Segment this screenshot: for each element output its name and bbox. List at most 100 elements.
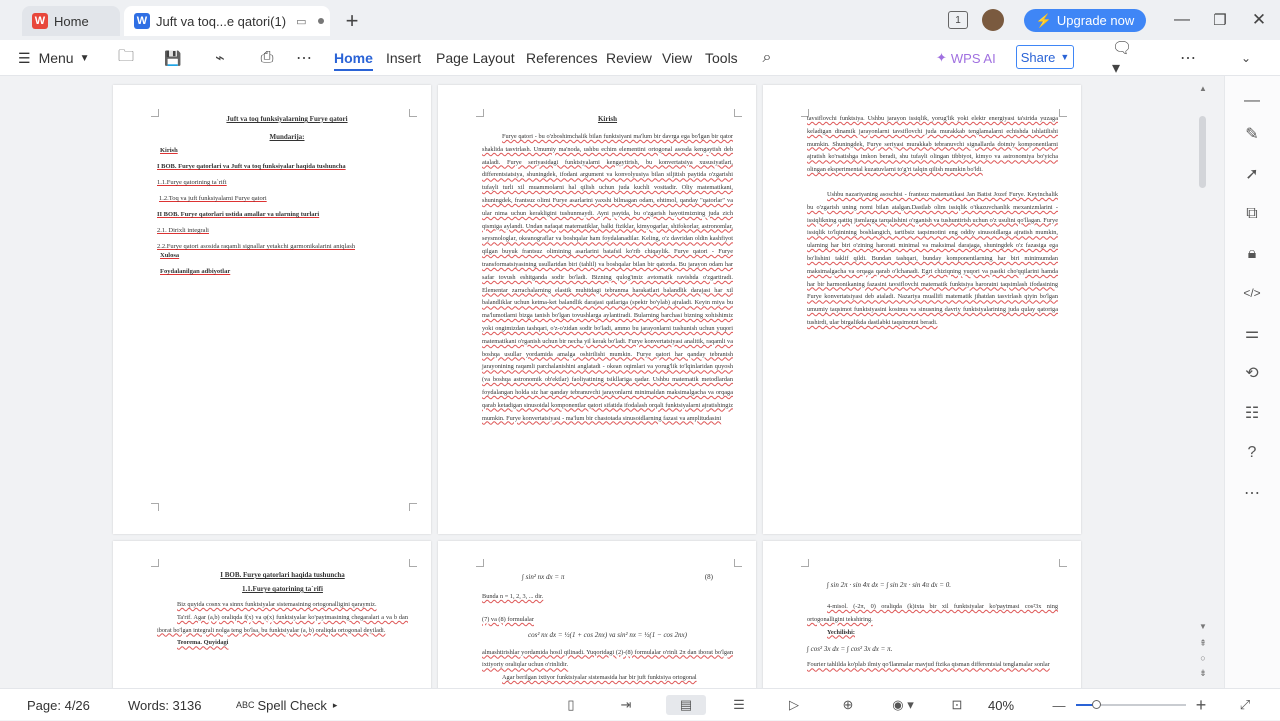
wps-logo-icon: W [32, 13, 48, 29]
menu-label: Menu [38, 50, 74, 66]
formula: ∫ sin 2π · sin 4π dx = ∫ sin 2π · sin 4π… [827, 581, 951, 589]
upgrade-label: Upgrade now [1056, 13, 1135, 28]
lock-icon[interactable]: 🔒︎ [1239, 241, 1265, 267]
scroll-up-icon[interactable]: ▲ [1196, 84, 1210, 93]
collapse-ribbon-icon[interactable]: ⌄ [1236, 48, 1256, 68]
search-icon[interactable]: ⌕ [757, 48, 777, 68]
pen-icon[interactable]: ✎ [1239, 121, 1265, 147]
tab-page-layout[interactable]: Page Layout [436, 40, 515, 76]
new-tab-button[interactable]: + [340, 8, 364, 33]
export-icon[interactable]: ⇥ [615, 695, 637, 715]
list-icon[interactable]: ☷ [1239, 400, 1265, 426]
toc-item[interactable]: 2.2.Furye qatori asosida raqamli signall… [157, 243, 417, 250]
page-formulas[interactable]: ∫ sin² nx dx = π (8) Bunda n = 1, 2, 3, … [438, 541, 756, 688]
minimize-button[interactable]: — [1172, 10, 1192, 30]
wps-ai-label: WPS AI [950, 50, 996, 66]
zoom-level[interactable]: 40% [988, 689, 1014, 721]
document-canvas[interactable]: Juft va toq funksiyalarning Furye qatori… [0, 76, 1224, 688]
share-button[interactable]: Share ▼ [1016, 45, 1074, 69]
open-folder-icon[interactable]: 🗀 [116, 48, 136, 68]
vertical-scrollbar[interactable]: ▲ ▼ ⇞ ○ ⇟ [1196, 84, 1210, 688]
ribbon-toolbar: ☰ Menu ▼ 🗀 💾 ⌁ ⎙ ⋯ Home Insert Page Layo… [0, 40, 1280, 77]
more-options-icon[interactable]: ⋯ [1178, 48, 1198, 68]
crop-mark [409, 559, 417, 567]
scroll-down-icon[interactable]: ▼ [1196, 622, 1210, 631]
help-icon[interactable]: ? [1239, 440, 1265, 466]
fit-page-icon[interactable]: ⊡ [946, 695, 968, 715]
print-layout-icon[interactable]: ▤ [666, 695, 706, 715]
toc-item[interactable]: I BOB. Furye qatorlari va Juft va toq fu… [157, 163, 417, 170]
wps-ai-button[interactable]: ✦ WPS AI [936, 40, 996, 76]
tab-document[interactable]: W Juft va toq...e qatori(1) ▭ [124, 6, 330, 36]
format-painter-icon[interactable]: ⌁ [210, 48, 230, 68]
tab-home[interactable]: W Home [22, 6, 120, 36]
fullscreen-icon[interactable]: ⤢ [1234, 695, 1256, 715]
page-indicator[interactable]: Page: 4/26 [27, 689, 90, 721]
comment-icon[interactable]: 🗨 ▾ [1112, 40, 1142, 77]
prev-page-icon[interactable]: ⇞ [1196, 638, 1210, 649]
zoom-out-button[interactable]: — [1048, 695, 1070, 715]
select-arrow-icon[interactable]: ➚ [1239, 161, 1265, 187]
toc-item[interactable]: 1.1.Furye qatorining ta`rifi [157, 179, 417, 186]
tab-view[interactable]: View [662, 40, 692, 76]
next-page-icon[interactable]: ⇟ [1196, 668, 1210, 679]
menu-button[interactable]: ☰ Menu ▼ [18, 40, 90, 76]
page-continued[interactable]: tavsiflovchi funktsiya. Ushbu jarayon is… [763, 85, 1081, 534]
page-mode-icon[interactable]: ▯ [560, 695, 582, 715]
toc-item[interactable]: 1.2.Toq va juft funksiyalarni Furye qato… [159, 195, 417, 202]
spell-check-button[interactable]: ABC Spell Check ▸ [236, 689, 337, 721]
sliders-icon[interactable]: ⚌ [1239, 320, 1265, 346]
save-icon[interactable]: 💾 [163, 48, 183, 68]
toc-item[interactable]: Xulosa [160, 252, 417, 259]
toc-item[interactable]: 2.1. Dirixli integrali [157, 227, 417, 234]
body-text: Agar berilgan ixtiyor funktsiyalar siste… [502, 674, 697, 682]
zoom-in-button[interactable]: + [1190, 695, 1212, 715]
body-text: Bunda n = 1, 2, 3, ... dir. [482, 593, 544, 600]
unsaved-dot-icon[interactable] [318, 18, 325, 24]
tab-home-ribbon[interactable]: Home [334, 40, 373, 76]
page-chapter-one[interactable]: I BOB. Furye qatorlari haqida tushuncha … [113, 541, 431, 688]
toc-item[interactable]: II BOB. Furye qatorlari ustida amallar v… [157, 211, 417, 218]
toc-item[interactable]: Foydalanilgan adbiyotlar [160, 268, 417, 275]
outline-icon[interactable]: ☰ [728, 695, 750, 715]
theorem-text: Teorema. Quyidagi [177, 639, 229, 647]
select-browse-icon[interactable]: ○ [1196, 653, 1210, 663]
workspace-icon[interactable]: 1 [948, 11, 968, 29]
page-title: Kirish [597, 115, 618, 123]
zoom-slider-handle[interactable] [1092, 700, 1101, 709]
upgrade-button[interactable]: ⚡ Upgrade now [1024, 9, 1146, 32]
avatar[interactable] [982, 9, 1004, 31]
title-bar: W Home W Juft va toq...e qatori(1) ▭ + 1… [0, 0, 1280, 40]
tab-review[interactable]: Review [606, 40, 652, 76]
more-icon[interactable]: ⋯ [1239, 480, 1265, 506]
page-introduction[interactable]: Kirish Furye qatori - bu o'zboshimchalik… [438, 85, 756, 534]
monitor-icon[interactable]: ▭ [296, 15, 306, 28]
tab-insert[interactable]: Insert [386, 40, 421, 76]
tab-page-layout-label: Page Layout [436, 50, 515, 66]
more-icon[interactable]: ⋯ [294, 48, 314, 68]
page-toc[interactable]: Juft va toq funksiyalarning Furye qatori… [113, 85, 431, 534]
crop-mark [734, 109, 742, 117]
close-button[interactable]: ✕ [1249, 10, 1269, 30]
zoom-slider[interactable] [1076, 700, 1186, 709]
code-icon[interactable]: </> [1239, 280, 1265, 306]
print-icon[interactable]: ⎙ [257, 48, 277, 68]
eye-protection-icon[interactable]: ◉ ▾ [888, 695, 918, 715]
crop-mark [476, 559, 484, 567]
copy-icon[interactable]: ⧉ [1239, 201, 1265, 227]
page-subtitle: Mundarija: [269, 133, 305, 141]
tab-document-label: Juft va toq...e qatori(1) [156, 13, 287, 29]
word-count[interactable]: Words: 3136 [128, 689, 201, 721]
scroll-thumb[interactable] [1199, 116, 1206, 188]
page-example[interactable]: ∫ sin 2π · sin 4π dx = ∫ sin 2π · sin 4π… [763, 541, 1081, 688]
minus-icon[interactable]: — [1239, 88, 1265, 114]
tab-tools[interactable]: Tools [705, 40, 738, 76]
toc-item[interactable]: Kirish [160, 147, 417, 154]
play-icon[interactable]: ▷ [783, 695, 805, 715]
restore-button[interactable]: ❐ [1210, 10, 1230, 30]
tab-references[interactable]: References [526, 40, 598, 76]
body-text: Biz quyida cosnx va sinnx funktsiyalar s… [177, 601, 377, 608]
crop-mark [1059, 559, 1067, 567]
history-icon[interactable]: ⟲ [1239, 360, 1265, 386]
web-layout-icon[interactable]: ⊕ [837, 695, 859, 715]
